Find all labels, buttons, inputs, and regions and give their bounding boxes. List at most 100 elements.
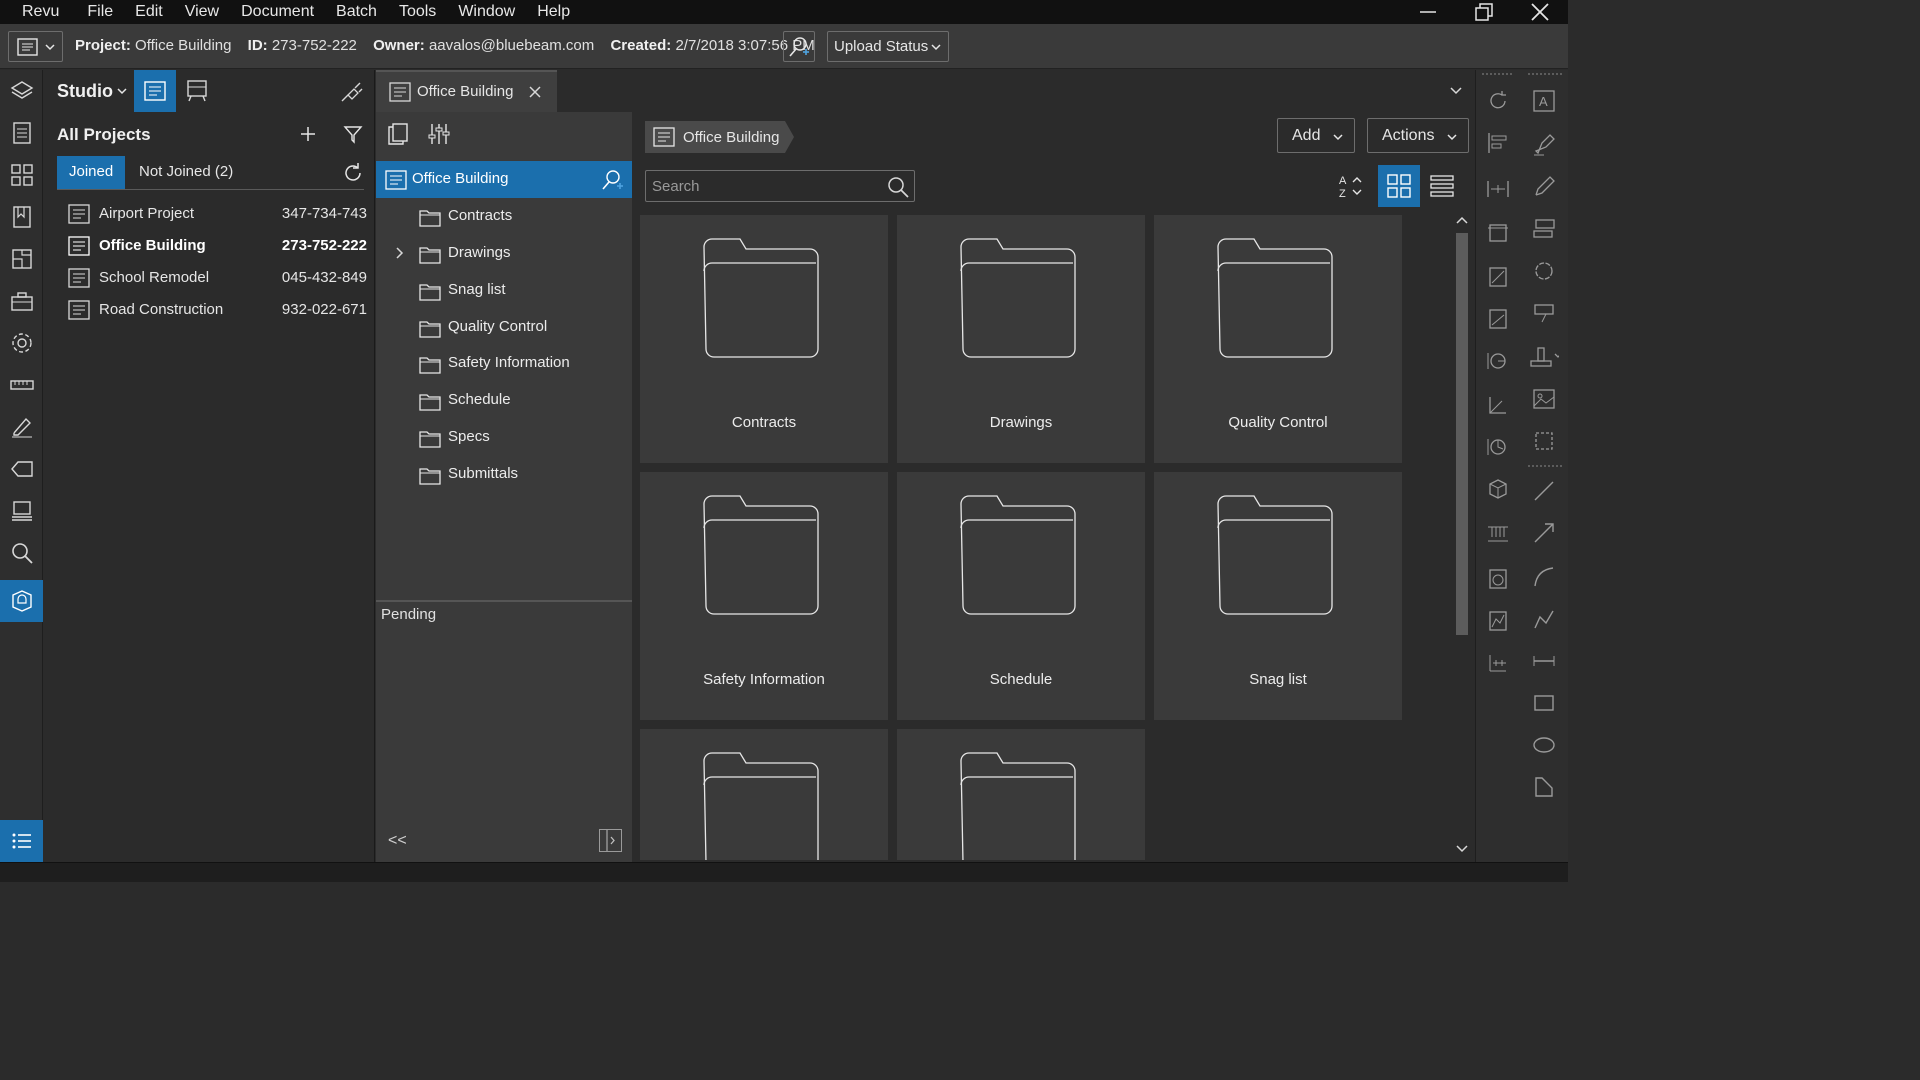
upload-status-dropdown[interactable]: Upload Status [827,31,949,62]
folder-card[interactable] [640,729,888,860]
image-tool[interactable] [1529,384,1559,414]
chevron-right-icon[interactable] [394,247,406,259]
project-row[interactable]: Road Construction 932-022-671 [44,294,375,326]
close-icon[interactable] [527,84,543,100]
expand-panel-button[interactable] [599,829,622,852]
tab-not-joined[interactable]: Not Joined (2) [127,156,245,189]
tree-folder[interactable]: Contracts [376,198,632,235]
files-view-button[interactable] [378,118,418,150]
folder-card[interactable]: Contracts [640,215,888,463]
menu-view[interactable]: View [174,0,230,24]
bookmarks-tab[interactable] [0,196,43,238]
project-row[interactable]: Airport Project 347-734-743 [44,198,375,230]
tab-joined[interactable]: Joined [57,156,126,189]
studio-tab[interactable] [0,580,43,622]
cloud-tool[interactable] [1529,256,1559,286]
search-icon[interactable] [887,176,909,198]
chevron-up-icon[interactable] [1456,215,1468,227]
polygon-tool[interactable] [1529,772,1559,802]
collapse-panel-button[interactable]: << [388,832,407,850]
tree-folder[interactable]: Snag list [376,272,632,309]
snapshot-tool[interactable] [1529,426,1559,456]
highlight-tool[interactable] [1529,130,1559,160]
menu-batch[interactable]: Batch [325,0,388,24]
chevron-down-icon[interactable] [1449,84,1463,98]
pending-divider[interactable] [376,600,632,602]
rotate-tool[interactable] [1483,86,1513,116]
text-tool[interactable]: A [1529,86,1559,116]
add-button[interactable]: Add [1277,118,1355,153]
scrollbar-thumb[interactable] [1456,233,1468,635]
minimize-button[interactable] [1400,0,1456,24]
folder-card[interactable]: Drawings [897,215,1145,463]
project-row[interactable]: Office Building 273-752-222 [44,230,375,262]
tree-folder[interactable]: Quality Control [376,309,632,346]
project-row[interactable]: School Remodel 045-432-849 [44,262,375,294]
arrow-tool[interactable] [1529,518,1559,548]
markups-tab[interactable] [0,448,43,490]
vertical-scrollbar[interactable] [1453,213,1471,860]
line-tool[interactable] [1529,476,1559,506]
studio-signin-button[interactable] [331,70,373,112]
area-tool[interactable] [1483,304,1513,334]
studio-projects-tab[interactable] [134,70,176,112]
measure-length-tool[interactable] [1529,646,1559,676]
close-button[interactable] [1512,0,1568,24]
crop-tool[interactable] [1483,218,1513,248]
arc-tool[interactable] [1529,562,1559,592]
breadcrumb[interactable]: Office Building [645,121,785,153]
tree-folder[interactable]: Specs [376,419,632,456]
folder-card[interactable] [897,729,1145,860]
angle-tool[interactable] [1483,390,1513,420]
document-tab[interactable]: Office Building [376,70,557,112]
perimeter-tool[interactable] [1483,606,1513,636]
sets-tab[interactable] [0,238,43,280]
volume-tool[interactable] [1483,432,1513,462]
panel-list-button[interactable] [0,820,43,862]
diameter-tool[interactable] [1483,564,1513,594]
stamp-tool[interactable] [1529,342,1559,372]
callout-tool[interactable] [1529,214,1559,244]
tree-folder[interactable]: Schedule [376,382,632,419]
properties-tab[interactable] [0,112,43,154]
project-menu-button[interactable] [8,31,63,62]
studio-title[interactable]: Studio [57,81,113,102]
folder-card[interactable]: Snag list [1154,472,1402,720]
pen-tool[interactable] [1529,172,1559,202]
toolbar-grip[interactable] [1528,72,1564,76]
add-project-button[interactable] [296,122,320,146]
attendees-button[interactable] [783,31,815,62]
restore-button[interactable] [1456,0,1512,24]
folder-card[interactable]: Schedule [897,472,1145,720]
chevron-down-icon[interactable] [1456,842,1468,854]
studio-sessions-tab[interactable] [176,70,218,112]
radius-tool[interactable] [1483,346,1513,376]
search-input[interactable] [646,171,886,201]
menu-tools[interactable]: Tools [388,0,447,24]
thumbnails-tab[interactable] [0,154,43,196]
toolbar-grip[interactable] [1482,72,1514,76]
dimension-tool[interactable] [1483,648,1513,678]
sort-button[interactable]: AZ [1333,170,1367,202]
list-view-button[interactable] [1421,165,1463,207]
toolbar-grip[interactable] [1528,464,1564,468]
tool-chest-tab[interactable] [0,280,43,322]
filter-button[interactable] [341,122,365,146]
slope-tool[interactable] [1483,262,1513,292]
tree-folder[interactable]: Safety Information [376,345,632,382]
tree-folder[interactable]: Drawings [376,235,632,272]
refresh-icon[interactable] [342,162,364,184]
rectangle-tool[interactable] [1529,688,1559,718]
polyline-tool[interactable] [1529,604,1559,634]
menu-edit[interactable]: Edit [124,0,174,24]
forms-tab[interactable] [0,490,43,532]
settings-tab[interactable] [0,322,43,364]
actions-button[interactable]: Actions [1367,118,1469,153]
menu-help[interactable]: Help [526,0,581,24]
menu-file[interactable]: File [76,0,124,24]
ellipse-tool[interactable] [1529,730,1559,760]
tree-folder[interactable]: Submittals [376,456,632,493]
align-tool[interactable] [1483,128,1513,158]
leader-tool[interactable] [1529,298,1559,328]
settings-view-button[interactable] [419,118,459,150]
